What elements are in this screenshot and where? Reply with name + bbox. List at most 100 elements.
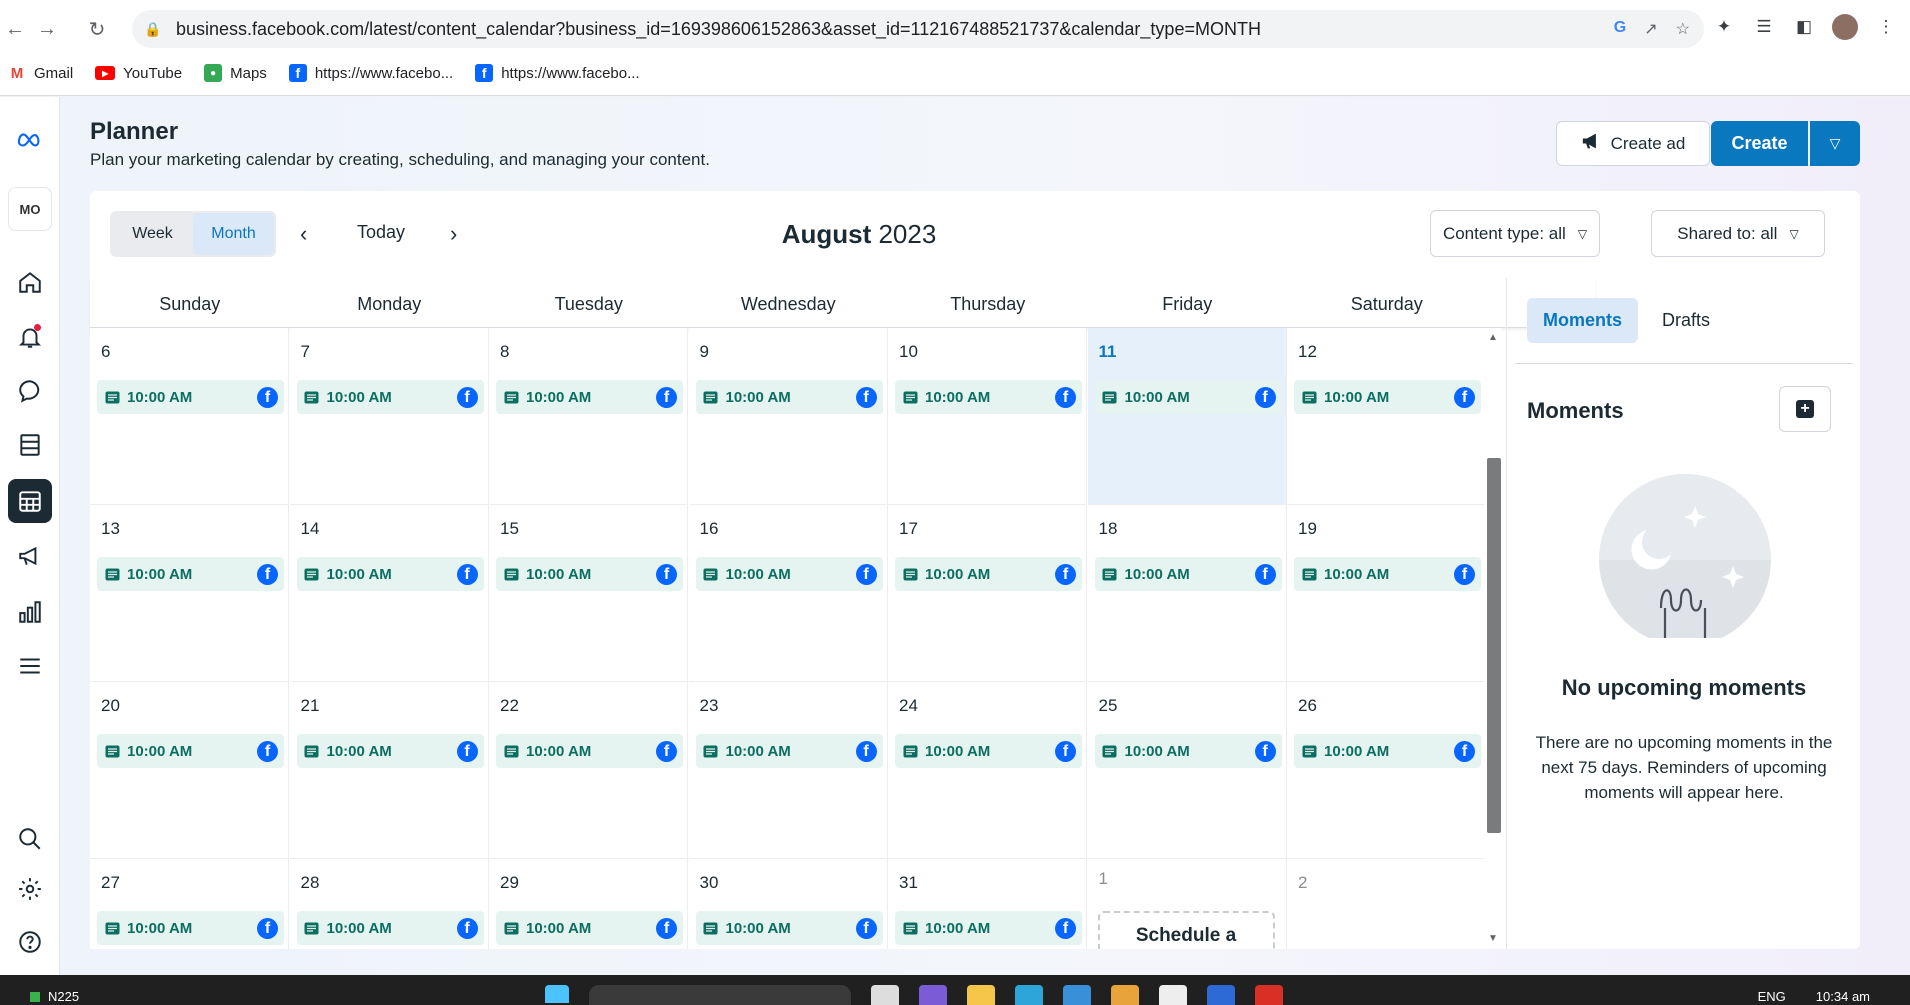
prev-month-icon[interactable]: ‹ [300, 221, 307, 247]
page-avatar[interactable]: MO [8, 187, 52, 231]
calendar-day-cell[interactable]: 22 10:00 AM f [489, 682, 688, 859]
calendar-day-cell[interactable]: 21 10:00 AM f [289, 682, 489, 859]
calendar-day-cell[interactable]: 23 10:00 AM f [688, 682, 888, 859]
calendar-day-cell[interactable]: 20 10:00 AM f [90, 682, 289, 859]
scheduled-post[interactable]: 10:00 AM f [496, 557, 683, 591]
search-icon[interactable] [8, 817, 52, 861]
calendar-day-cell[interactable]: 11 10:00 AM f [1087, 328, 1287, 505]
scheduled-post[interactable]: 10:00 AM f [1094, 557, 1282, 591]
profile-avatar[interactable] [1832, 14, 1858, 40]
scheduled-post[interactable]: 10:00 AM f [1094, 380, 1282, 414]
windows-start-icon[interactable] [545, 985, 569, 1003]
create-dropdown-button[interactable]: ▽ [1810, 121, 1860, 166]
schedule-post-button[interactable]: Schedule a [1097, 911, 1275, 949]
scheduled-post[interactable]: 10:00 AM f [895, 380, 1082, 414]
calendar-day-cell[interactable]: 24 10:00 AM f [888, 682, 1087, 859]
planner-icon[interactable] [8, 479, 52, 523]
taskbar-app-icon[interactable] [1111, 985, 1139, 1005]
clock[interactable]: 10:34 am [1816, 989, 1870, 1004]
star-icon[interactable]: ☆ [1676, 19, 1690, 39]
calendar-scrollbar[interactable]: ▲ ▼ [1484, 328, 1502, 948]
calendar-day-cell[interactable]: 26 10:00 AM f [1287, 682, 1486, 859]
scheduled-post[interactable]: 10:00 AM f [695, 734, 883, 768]
google-icon[interactable]: G [1614, 19, 1626, 39]
menu-icon[interactable] [8, 644, 52, 688]
calendar-day-cell[interactable]: 15 10:00 AM f [489, 505, 688, 682]
browser-menu-icon[interactable]: ⋮ [1874, 15, 1898, 39]
inbox-icon[interactable] [8, 369, 52, 413]
week-view-button[interactable]: Week [112, 213, 193, 255]
ads-icon[interactable] [8, 534, 52, 578]
address-bar[interactable]: 🔒 business.facebook.com/latest/content_c… [132, 10, 1704, 48]
calendar-day-cell[interactable]: 31 10:00 AM f [888, 859, 1087, 949]
share-icon[interactable]: ↗ [1644, 19, 1657, 39]
content-icon[interactable] [8, 423, 52, 467]
calendar-day-cell[interactable]: 8 10:00 AM f [489, 328, 688, 505]
bookmark-facebook-2[interactable]: f https://www.facebo... [475, 64, 640, 82]
insights-icon[interactable] [8, 590, 52, 634]
content-type-filter[interactable]: Content type: all ▽ [1430, 210, 1600, 257]
taskbar-app-icon[interactable] [1207, 985, 1235, 1005]
edge-icon[interactable] [1015, 985, 1043, 1005]
scheduled-post[interactable]: 10:00 AM f [695, 557, 883, 591]
scheduled-post[interactable]: 10:00 AM f [1294, 557, 1481, 591]
calendar-day-cell[interactable]: 27 10:00 AM f [90, 859, 289, 949]
forward-icon[interactable]: → [32, 14, 62, 44]
taskbar-app-icon[interactable] [871, 985, 899, 1005]
scheduled-post[interactable]: 10:00 AM f [296, 557, 484, 591]
calendar-day-cell[interactable]: 17 10:00 AM f [888, 505, 1087, 682]
scroll-down-icon[interactable]: ▼ [1488, 933, 1498, 944]
calendar-day-cell[interactable]: 16 10:00 AM f [688, 505, 888, 682]
scheduled-post[interactable]: 10:00 AM f [97, 911, 284, 945]
calendar-day-cell[interactable]: 2 [1287, 859, 1486, 949]
month-view-button[interactable]: Month [193, 213, 274, 255]
meta-logo-icon[interactable] [8, 117, 52, 161]
scheduled-post[interactable]: 10:00 AM f [1294, 380, 1481, 414]
taskbar-app-icon[interactable] [1159, 985, 1187, 1005]
calendar-day-cell[interactable]: 6 10:00 AM f [90, 328, 289, 505]
scheduled-post[interactable]: 10:00 AM f [496, 911, 683, 945]
scheduled-post[interactable]: 10:00 AM f [895, 557, 1082, 591]
bookmark-facebook-1[interactable]: f https://www.facebo... [288, 64, 453, 82]
bookmark-maps[interactable]: ● Maps [204, 64, 267, 82]
scrollbar-thumb[interactable] [1487, 458, 1501, 833]
scroll-up-icon[interactable]: ▲ [1488, 332, 1498, 343]
taskbar-widget[interactable]: N225 [30, 989, 79, 1004]
calendar-day-cell[interactable]: 13 10:00 AM f [90, 505, 289, 682]
calendar-day-cell[interactable]: 1 Schedule a [1087, 859, 1287, 949]
folder-icon[interactable] [967, 985, 995, 1005]
scheduled-post[interactable]: 10:00 AM f [695, 911, 883, 945]
scheduled-post[interactable]: 10:00 AM f [1094, 734, 1282, 768]
calendar-day-cell[interactable]: 25 10:00 AM f [1087, 682, 1287, 859]
scheduled-post[interactable]: 10:00 AM f [895, 911, 1082, 945]
calendar-day-cell[interactable]: 18 10:00 AM f [1087, 505, 1287, 682]
notifications-icon[interactable] [8, 315, 52, 359]
calendar-day-cell[interactable]: 28 10:00 AM f [289, 859, 489, 949]
create-button[interactable]: Create [1711, 121, 1808, 166]
tab-moments[interactable]: Moments [1527, 298, 1639, 343]
calendar-day-cell[interactable]: 19 10:00 AM f [1287, 505, 1486, 682]
side-panel-icon[interactable]: ◧ [1792, 15, 1816, 39]
chrome-icon[interactable] [1255, 985, 1283, 1005]
taskbar-app-icon[interactable] [919, 985, 947, 1005]
extensions-icon[interactable]: ✦ [1712, 15, 1736, 39]
scheduled-post[interactable]: 10:00 AM f [296, 380, 484, 414]
calendar-day-cell[interactable]: 7 10:00 AM f [289, 328, 489, 505]
bookmark-gmail[interactable]: M Gmail [8, 64, 73, 82]
settings-icon[interactable] [8, 867, 52, 911]
add-moment-button[interactable]: + [1779, 386, 1831, 432]
scheduled-post[interactable]: 10:00 AM f [97, 557, 284, 591]
calendar-day-cell[interactable]: 9 10:00 AM f [688, 328, 888, 505]
scheduled-post[interactable]: 10:00 AM f [97, 734, 284, 768]
home-icon[interactable] [8, 260, 52, 304]
bookmark-youtube[interactable]: ▶ YouTube [95, 65, 182, 82]
scheduled-post[interactable]: 10:00 AM f [496, 380, 683, 414]
url-text[interactable]: business.facebook.com/latest/content_cal… [176, 19, 1261, 40]
calendar-day-cell[interactable]: 12 10:00 AM f [1287, 328, 1486, 505]
calendar-day-cell[interactable]: 10 10:00 AM f [888, 328, 1087, 505]
taskbar-search[interactable] [589, 985, 851, 1005]
calendar-day-cell[interactable]: 29 10:00 AM f [489, 859, 688, 949]
scheduled-post[interactable]: 10:00 AM f [296, 734, 484, 768]
calendar-day-cell[interactable]: 14 10:00 AM f [289, 505, 489, 682]
back-icon[interactable]: ← [0, 14, 30, 44]
